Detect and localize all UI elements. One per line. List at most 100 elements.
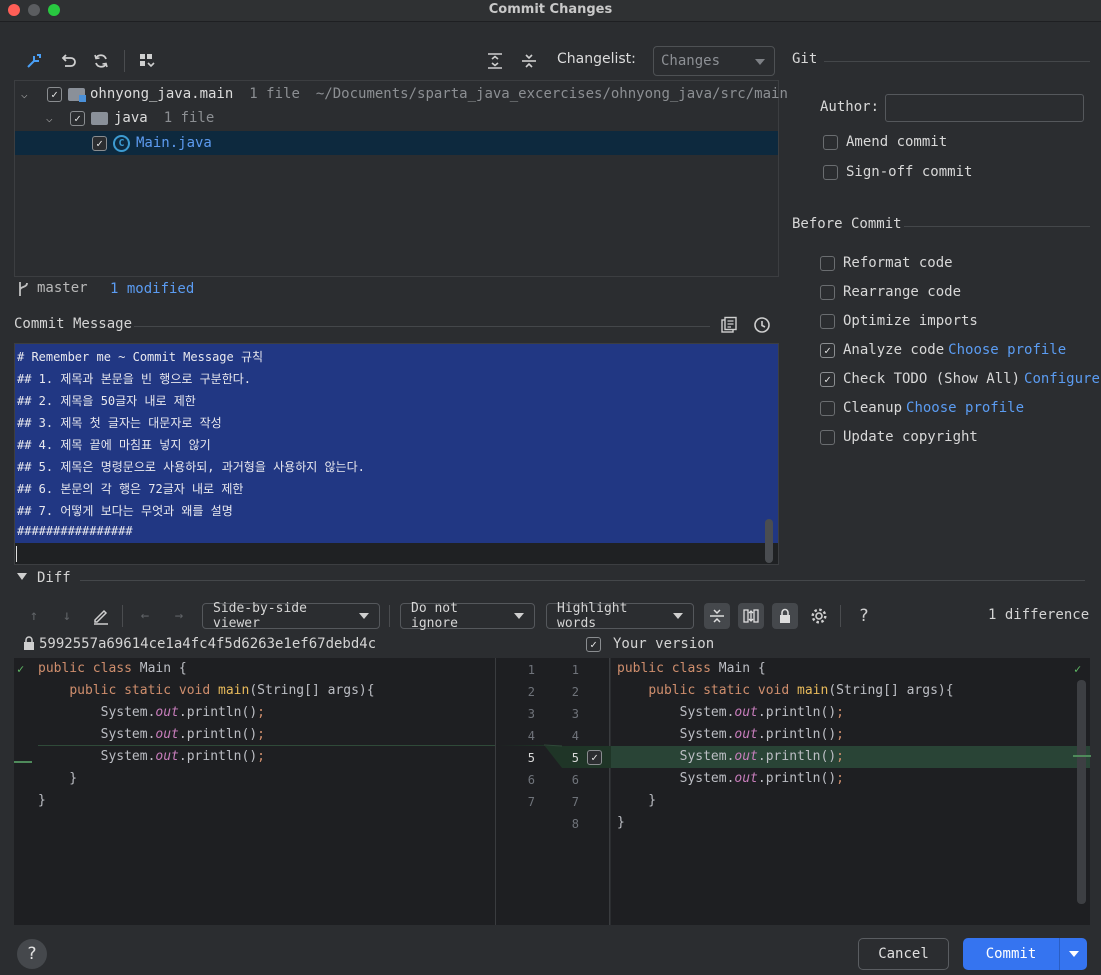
reformat-option[interactable]: Reformat code [820,255,953,271]
diff-arrows-icon[interactable] [23,50,45,72]
next-difference-icon[interactable]: ↓ [56,605,78,627]
diff-collapse-icon[interactable] [17,573,27,580]
author-input[interactable] [885,94,1084,122]
sync-scroll-icon[interactable] [738,603,764,629]
title-bar: Commit Changes [0,0,1101,22]
separator-line [80,580,1085,581]
code-line: } [38,793,46,808]
tree-row-folder[interactable]: ⌵ ✓ java 1 file [46,106,214,130]
left-line-number: 6 [527,773,535,787]
commit-button[interactable]: Commit [963,938,1059,970]
signoff-checkbox[interactable] [823,164,838,180]
cleanup-checkbox[interactable] [820,400,835,416]
rearrange-checkbox[interactable] [820,284,835,300]
todo-checkbox[interactable]: ✓ [820,371,835,387]
toolbar-separator [124,50,125,72]
analyze-checkbox[interactable]: ✓ [820,342,835,358]
difference-count: 1 difference [988,607,1090,623]
back-icon[interactable]: ← [134,605,156,627]
right-line-number: 1 [571,663,579,677]
lock-icon[interactable] [772,603,798,629]
history-icon[interactable] [751,314,773,336]
settings-gear-icon[interactable] [808,605,830,627]
expand-all-icon[interactable] [484,50,506,72]
diff-right-pane[interactable]: public class Main { public static void m… [611,658,1091,925]
left-line-number: 4 [527,729,535,743]
changelist-select[interactable]: Changes [653,46,775,76]
collapse-all-icon[interactable] [518,50,540,72]
message-line: ## 1. 제목과 본문을 빈 행으로 구분한다. [17,372,252,386]
diff-left-pane[interactable]: ✓ public class Main { public static void… [14,658,495,925]
whitespace-value: Do not ignore [411,601,458,631]
code-line: } [617,793,657,808]
cleanup-choose-profile-link[interactable]: Choose profile [906,400,1024,416]
refresh-icon[interactable] [90,50,112,72]
viewer-mode-dropdown[interactable]: Side-by-side viewer [202,601,380,631]
forward-icon[interactable]: → [168,605,190,627]
copyright-checkbox[interactable] [820,429,835,445]
diff-scrollbar[interactable] [1077,680,1086,904]
rearrange-option[interactable]: Rearrange code [820,284,961,300]
folder-count: 1 file [163,110,215,126]
cleanup-option[interactable]: Cleanup Choose profile [820,400,1024,416]
tree-row-root[interactable]: ⌵ ✓ ohnyong_java.main 1 file ~/Documents… [21,82,788,106]
rollback-icon[interactable] [57,50,79,72]
whitespace-dropdown[interactable]: Do not ignore [400,601,535,631]
analyze-choose-profile-link[interactable]: Choose profile [948,342,1066,358]
todo-configure-link[interactable]: Configure [1024,371,1100,387]
optimize-label: Optimize imports [843,313,978,329]
file-name: Main.java [136,135,212,151]
copyright-label: Update copyright [843,429,978,445]
optimize-imports-option[interactable]: Optimize imports [820,313,978,329]
highlight-dropdown[interactable]: Highlight words [546,601,694,631]
right-revision-label: Your version [613,636,715,652]
code-line: System.out.println(); [617,727,844,742]
include-changes-checkbox[interactable]: ✓ [586,637,601,652]
tree-row-file[interactable]: ✓ C Main.java [15,131,778,155]
amend-checkbox[interactable] [823,134,838,150]
group-by-icon[interactable] [136,50,158,72]
cancel-button[interactable]: Cancel [858,938,949,970]
message-scrollbar[interactable] [765,519,773,563]
signoff-commit-option[interactable]: Sign-off commit [823,164,972,180]
chevron-down-icon [755,59,765,65]
edit-source-icon[interactable] [90,605,112,627]
cleanup-label: Cleanup [843,400,903,416]
check-todo-option[interactable]: ✓ Check TODO (Show All) Configure [820,371,1100,387]
amend-label: Amend commit [846,134,948,150]
code-line: System.out.println(); [38,749,265,764]
root-count: 1 file [249,86,300,102]
chevron-down-icon[interactable]: ⌵ [46,112,64,125]
chevron-down-icon [514,613,524,619]
code-line: public static void main(String[] args){ [648,683,954,698]
changelist-label: Changelist: [557,51,636,67]
checkbox-file[interactable]: ✓ [92,135,107,151]
commit-options-button[interactable] [1059,938,1087,970]
branch-name: master [37,280,88,296]
analyze-code-option[interactable]: ✓ Analyze code Choose profile [820,342,1066,358]
optimize-checkbox[interactable] [820,313,835,329]
include-change-checkbox[interactable]: ✓ [587,750,602,765]
collapse-unchanged-icon[interactable] [704,603,730,629]
modified-link[interactable]: 1 modified [110,281,194,297]
diff-title: Diff [37,570,71,586]
no-problems-check-icon: ✓ [1074,662,1082,676]
amend-commit-option[interactable]: Amend commit [823,134,947,150]
checkbox-root[interactable]: ✓ [47,86,62,102]
help-button[interactable]: ? [17,939,47,969]
commit-template-icon[interactable] [718,314,740,336]
reformat-checkbox[interactable] [820,255,835,271]
changes-tree[interactable]: ⌵ ✓ ohnyong_java.main 1 file ~/Documents… [14,80,788,277]
previous-difference-icon[interactable]: ↑ [23,605,45,627]
commit-message-editor[interactable]: # Remember me ~ Commit Message 규칙 ## 1. … [14,343,779,565]
commit-message-label: Commit Message [14,316,133,332]
checkbox-folder[interactable]: ✓ [70,110,85,126]
code-line: System.out.println(); [617,705,844,720]
changelist-value: Changes [661,53,721,69]
code-line: public class Main { [617,661,766,676]
chevron-down-icon[interactable]: ⌵ [21,88,39,101]
branch-icon [16,280,30,302]
help-icon[interactable]: ? [853,605,875,627]
message-line: ## 6. 본문의 각 행은 72글자 내로 제한 [17,482,244,496]
update-copyright-option[interactable]: Update copyright [820,429,978,445]
